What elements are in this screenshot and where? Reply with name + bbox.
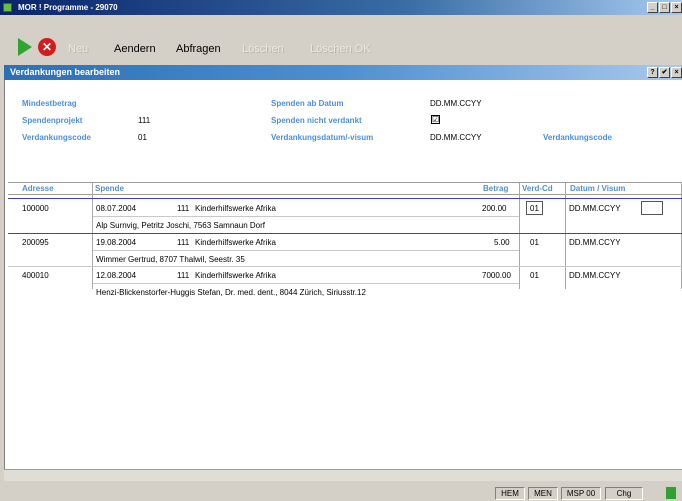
row-projekt-name: Kinderhilfswerke Afrika — [195, 271, 276, 280]
row-name: Wimmer Gertrud, 8707 Thalwil, Seestr. 35 — [96, 255, 245, 264]
mindestbetrag-label: Mindestbetrag — [22, 99, 77, 108]
verdankungsdatum-field[interactable]: DD.MM.CCYY — [430, 133, 482, 142]
status-men: MEN — [528, 487, 558, 500]
spenden-ab-datum-label: Spenden ab Datum — [271, 99, 344, 108]
row-adresse: 200095 — [22, 238, 49, 247]
row-projekt: 111 — [177, 271, 190, 280]
row-verd-datum: DD.MM.CCYY — [569, 204, 621, 213]
panel-title: Verdankungen bearbeiten — [10, 67, 121, 77]
row-divider — [8, 266, 682, 267]
row-betrag: 7000.00 — [482, 271, 511, 280]
row-datum: 08.07.2004 — [96, 204, 137, 213]
connection-indicator-icon — [666, 487, 676, 499]
grid-header: Adresse Spende Betrag Verd-Cd Datum / Vi… — [8, 182, 682, 195]
row-divider — [93, 250, 519, 251]
row-datum: 12.08.2004 — [96, 271, 137, 280]
row-betrag: 200.00 — [482, 204, 507, 213]
row-betrag: 5.00 — [494, 238, 510, 247]
maximize-button[interactable]: □ — [659, 2, 670, 13]
spenden-ab-datum-field[interactable]: DD.MM.CCYY — [430, 99, 482, 108]
loeschen-button[interactable]: Löschen — [236, 37, 290, 59]
row-verdcd: 01 — [530, 271, 539, 280]
row-verd-datum: DD.MM.CCYY — [569, 271, 621, 280]
neu-button[interactable]: Neu — [62, 37, 94, 59]
spenden-nicht-verdankt-label: Spenden nicht verdankt — [271, 116, 362, 125]
verdankungscode-label: Verdankungscode — [22, 133, 91, 142]
row-verdcd: 01 — [530, 238, 539, 247]
row-name: Alp Surnvig, Petritz Joschi, 7563 Samnau… — [96, 221, 265, 230]
col-spende[interactable]: Spende — [95, 184, 124, 193]
col-adresse[interactable]: Adresse — [22, 184, 54, 193]
status-hem: HEM — [495, 487, 525, 500]
confirm-button[interactable]: ✔ — [659, 67, 670, 78]
selected-row-bottom — [8, 233, 682, 234]
selected-row-top — [8, 198, 682, 199]
verdankungscode-field[interactable]: 01 — [138, 133, 147, 142]
visum-input[interactable] — [641, 201, 663, 215]
row-verdcd: 01 — [530, 204, 539, 213]
window-titlebar: MOR ! Programme - 29070 _ □ × — [0, 0, 682, 15]
panel-buttons: ? ✔ × — [647, 67, 682, 78]
row-divider — [93, 283, 519, 284]
row-projekt: 111 — [177, 238, 190, 247]
loeschen-ok-button[interactable]: Löschen OK — [304, 37, 377, 59]
row-projekt: 111 — [177, 204, 190, 213]
spenden-nicht-verdankt-checkbox[interactable]: ☑ — [431, 115, 440, 124]
status-msp: MSP 00 — [561, 487, 601, 500]
minimize-button[interactable]: _ — [647, 2, 658, 13]
form-panel — [4, 65, 682, 469]
window-title: MOR ! Programme - 29070 — [18, 3, 118, 12]
horizontal-scrollbar[interactable] — [4, 469, 682, 481]
row-adresse: 100000 — [22, 204, 49, 213]
row-divider — [93, 216, 519, 217]
app-icon — [3, 3, 12, 12]
status-chg: Chg — [605, 487, 643, 500]
row-verd-datum: DD.MM.CCYY — [569, 238, 621, 247]
row-name: Henzi-Blickenstorfer-Huggis Stefan, Dr. … — [96, 288, 366, 297]
verdankungsdatum-label: Verdankungsdatum/-visum — [271, 133, 374, 142]
row-projekt-name: Kinderhilfswerke Afrika — [195, 238, 276, 247]
row-datum: 19.08.2004 — [96, 238, 137, 247]
window-buttons: _ □ × — [647, 2, 682, 13]
spendenprojekt-field[interactable]: 111 — [138, 116, 150, 125]
help-button[interactable]: ? — [647, 67, 658, 78]
abfragen-button[interactable]: Abfragen — [170, 37, 227, 59]
close-panel-button[interactable]: × — [671, 67, 682, 78]
col-datum[interactable]: Datum / Visum — [570, 184, 625, 193]
col-betrag[interactable]: Betrag — [483, 184, 508, 193]
verdankungscode2-label: Verdankungscode — [543, 133, 612, 142]
toolbar: ✕ Neu Aendern Abfragen Löschen Löschen O… — [0, 34, 682, 62]
spendenprojekt-label: Spendenprojekt — [22, 116, 83, 125]
run-icon[interactable] — [18, 38, 32, 56]
cancel-icon[interactable]: ✕ — [38, 38, 56, 56]
close-window-button[interactable]: × — [671, 2, 682, 13]
panel-header: Verdankungen bearbeiten ? ✔ × — [4, 65, 682, 80]
col-verdcd[interactable]: Verd-Cd — [522, 184, 553, 193]
row-adresse: 400010 — [22, 271, 49, 280]
status-bar: HEM MEN MSP 00 Chg — [0, 485, 682, 501]
aendern-button[interactable]: Aendern — [108, 37, 162, 59]
row-projekt-name: Kinderhilfswerke Afrika — [195, 204, 276, 213]
